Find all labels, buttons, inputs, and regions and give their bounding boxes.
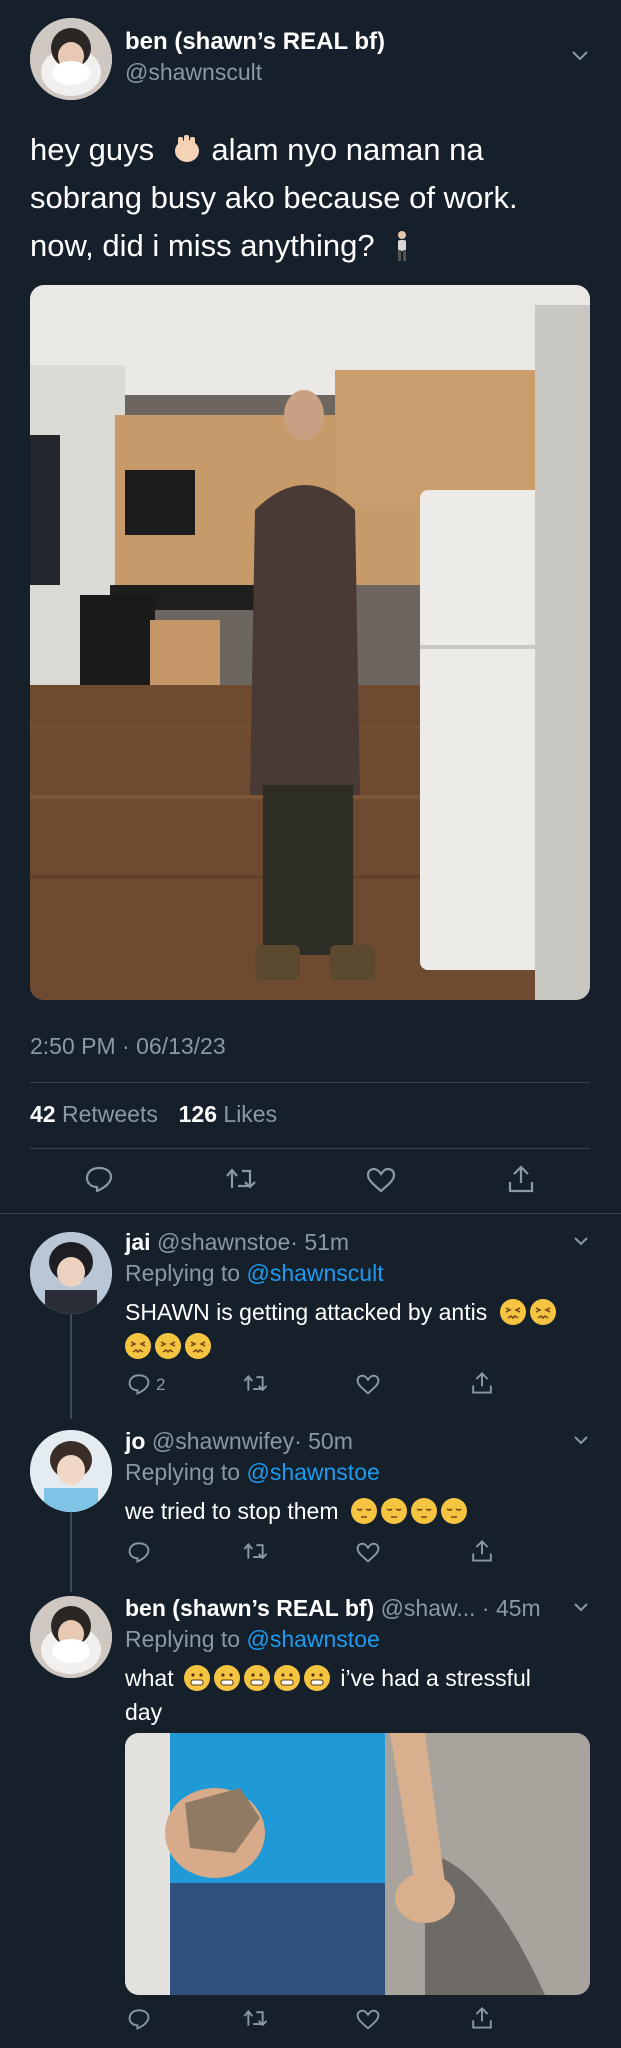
tweet-text-line: hey guys bbox=[30, 132, 155, 167]
reply-icon[interactable] bbox=[127, 2008, 151, 2030]
chevron-down-icon[interactable] bbox=[573, 1236, 589, 1246]
handle[interactable]: @shawnscult bbox=[125, 59, 262, 86]
avatar[interactable] bbox=[30, 18, 112, 100]
grimacing-face-icon bbox=[183, 1665, 210, 1691]
grimacing-face-icon bbox=[213, 1665, 240, 1691]
reply-header: jai @shawnstoe· 51m bbox=[125, 1229, 349, 1256]
reply-time[interactable]: · 45m bbox=[482, 1595, 541, 1621]
like-icon[interactable] bbox=[366, 1167, 396, 1193]
share-icon[interactable] bbox=[470, 2006, 494, 2030]
retweet-icon[interactable] bbox=[242, 1541, 269, 1562]
handle[interactable]: @shawnwifey bbox=[152, 1428, 294, 1454]
reply-text: what i’ve had a stressful day bbox=[125, 1661, 595, 1729]
chevron-down-icon[interactable] bbox=[571, 50, 589, 62]
confounded-face-icon bbox=[529, 1299, 556, 1325]
mention-link[interactable]: @shawnstoe bbox=[246, 1626, 379, 1652]
retweet-icon[interactable] bbox=[242, 1373, 269, 1394]
chevron-down-icon[interactable] bbox=[573, 1435, 589, 1445]
reply-time[interactable]: · 51m bbox=[290, 1229, 349, 1255]
tweet-text-line: alam nyo naman na bbox=[211, 132, 484, 167]
standing-person-icon bbox=[391, 228, 413, 261]
display-name[interactable]: jo bbox=[125, 1428, 145, 1454]
reply-time[interactable]: · 50m bbox=[294, 1428, 353, 1454]
reply-text-body: i’ve had a stressful bbox=[340, 1665, 531, 1691]
reply-header: jo @shawnwifey· 50m bbox=[125, 1428, 353, 1455]
like-icon[interactable] bbox=[356, 1374, 380, 1395]
share-icon[interactable] bbox=[470, 1371, 494, 1395]
grimacing-face-icon bbox=[303, 1665, 330, 1691]
retweet-icon[interactable] bbox=[242, 2008, 269, 2029]
reply-count[interactable]: 2 bbox=[156, 1375, 165, 1395]
avatar[interactable] bbox=[30, 1430, 112, 1512]
mention-link[interactable]: @shawnstoe bbox=[246, 1459, 379, 1485]
reply-text-body: what bbox=[125, 1665, 174, 1691]
grimacing-face-icon bbox=[243, 1665, 270, 1691]
tweet-image[interactable] bbox=[30, 285, 590, 1000]
avatar[interactable] bbox=[30, 1232, 112, 1314]
replying-to: Replying to @shawnscult bbox=[125, 1260, 384, 1287]
likes-count[interactable]: 126 bbox=[179, 1101, 217, 1127]
reply-text: SHAWN is getting attacked by antis bbox=[125, 1295, 590, 1363]
reply-header: ben (shawn’s REAL bf) @shaw... · 45m bbox=[125, 1595, 541, 1622]
tweet-text-line: sobrang busy ako because of work. bbox=[30, 180, 518, 215]
confounded-face-icon bbox=[185, 1333, 211, 1359]
display-name[interactable]: jai bbox=[125, 1229, 151, 1255]
divider bbox=[0, 1213, 621, 1214]
replying-label: Replying to bbox=[125, 1626, 241, 1652]
avatar[interactable] bbox=[30, 1596, 112, 1678]
display-name[interactable]: ben (shawn’s REAL bf) bbox=[125, 1595, 374, 1621]
timestamp[interactable]: 2:50 PM · 06/13/23 bbox=[30, 1033, 226, 1060]
engagement-stats: 42 Retweets 126 Likes bbox=[30, 1101, 277, 1128]
pensive-face-icon bbox=[350, 1498, 377, 1524]
retweets-label[interactable]: Retweets bbox=[62, 1101, 158, 1127]
confounded-face-icon bbox=[125, 1333, 151, 1359]
tweet-text-line: now, did i miss anything? bbox=[30, 228, 375, 263]
thread-line bbox=[70, 1512, 72, 1592]
waving-hand-icon bbox=[169, 130, 203, 162]
replying-to: Replying to @shawnstoe bbox=[125, 1626, 380, 1653]
tweet-text: hey guys alam nyo naman na sobrang busy … bbox=[30, 126, 600, 270]
pensive-face-icon bbox=[410, 1498, 437, 1524]
replying-label: Replying to bbox=[125, 1459, 241, 1485]
share-icon[interactable] bbox=[470, 1539, 494, 1563]
handle[interactable]: @shawnstoe bbox=[157, 1229, 290, 1255]
pensive-face-icon bbox=[380, 1498, 407, 1524]
reply-text-body: we tried to stop them bbox=[125, 1498, 339, 1524]
mention-link[interactable]: @shawnscult bbox=[246, 1260, 383, 1286]
like-icon[interactable] bbox=[356, 1542, 380, 1563]
thread-line bbox=[70, 1312, 72, 1419]
confounded-face-icon bbox=[499, 1299, 526, 1325]
handle[interactable]: @shaw... bbox=[381, 1595, 476, 1621]
confounded-face-icon bbox=[155, 1333, 181, 1359]
reply-icon[interactable] bbox=[127, 1541, 151, 1563]
replying-label: Replying to bbox=[125, 1260, 241, 1286]
reply-text-body: SHAWN is getting attacked by antis bbox=[125, 1299, 488, 1325]
divider bbox=[30, 1148, 590, 1149]
likes-label[interactable]: Likes bbox=[223, 1101, 277, 1127]
reply-icon[interactable] bbox=[127, 1373, 151, 1395]
retweets-count[interactable]: 42 bbox=[30, 1101, 56, 1127]
replying-to: Replying to @shawnstoe bbox=[125, 1459, 380, 1486]
grimacing-face-icon bbox=[273, 1665, 300, 1691]
pensive-face-icon bbox=[440, 1498, 467, 1524]
retweet-icon[interactable] bbox=[224, 1166, 258, 1192]
reply-icon[interactable] bbox=[84, 1165, 114, 1193]
display-name[interactable]: ben (shawn’s REAL bf) bbox=[125, 28, 385, 56]
reply-image[interactable] bbox=[125, 1733, 590, 1995]
reply-text-body: day bbox=[125, 1699, 163, 1725]
like-icon[interactable] bbox=[356, 2009, 380, 2030]
share-icon[interactable] bbox=[506, 1164, 536, 1194]
chevron-down-icon[interactable] bbox=[573, 1602, 589, 1612]
reply-text: we tried to stop them bbox=[125, 1494, 590, 1528]
divider bbox=[30, 1082, 590, 1083]
